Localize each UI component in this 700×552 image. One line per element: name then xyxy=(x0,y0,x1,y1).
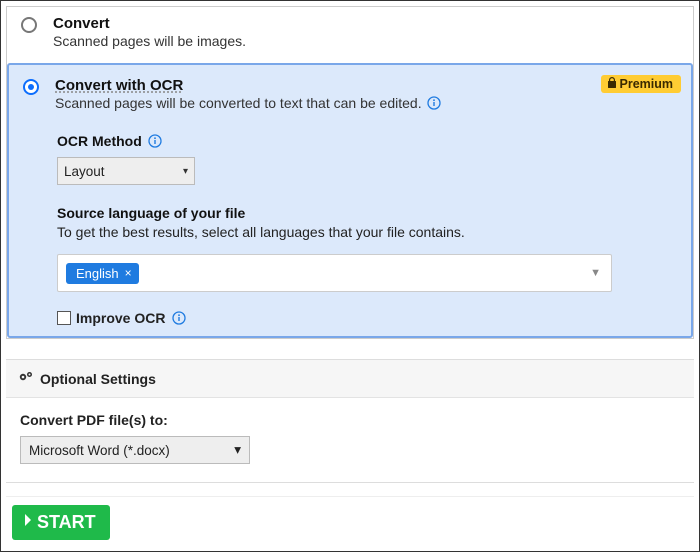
info-icon[interactable] xyxy=(172,311,186,325)
chip-remove-icon[interactable]: × xyxy=(125,266,132,280)
chevron-down-icon[interactable]: ▼ xyxy=(590,267,601,279)
improve-ocr-checkbox[interactable] xyxy=(57,311,71,325)
source-lang-desc: To get the best results, select all lang… xyxy=(57,224,691,240)
premium-badge: Premium xyxy=(601,75,682,93)
source-lang-input[interactable]: English × ▼ xyxy=(57,254,612,292)
info-icon[interactable] xyxy=(148,134,162,148)
radio-convert[interactable] xyxy=(21,17,37,33)
option-convert[interactable]: Convert Scanned pages will be images. xyxy=(7,7,693,63)
chevron-down-icon: ▾ xyxy=(183,166,188,177)
convert-format-select[interactable]: Microsoft Word (*.docx) ▾ xyxy=(20,436,250,464)
option-convert-desc: Scanned pages will be images. xyxy=(53,33,246,49)
improve-ocr-label: Improve OCR xyxy=(76,310,165,326)
ocr-method-select[interactable]: Layout ▾ xyxy=(57,157,195,185)
option-convert-ocr[interactable]: Premium Convert with OCR Scanned pages w… xyxy=(7,63,693,338)
option-ocr-title: Convert with OCR xyxy=(55,77,183,94)
option-ocr-desc: Scanned pages will be converted to text … xyxy=(55,95,441,111)
start-button[interactable]: START xyxy=(12,505,110,540)
chevron-down-icon: ▾ xyxy=(234,442,241,458)
convert-format-label: Convert PDF file(s) to: xyxy=(20,412,680,428)
gears-icon xyxy=(18,370,34,387)
lang-chip-english[interactable]: English × xyxy=(66,263,139,284)
option-convert-title: Convert xyxy=(53,15,246,32)
optional-settings-header[interactable]: Optional Settings xyxy=(6,360,694,398)
lock-icon xyxy=(607,77,617,91)
chevron-right-icon xyxy=(22,512,34,533)
source-lang-heading: Source language of your file xyxy=(57,205,691,221)
radio-convert-ocr[interactable] xyxy=(23,79,39,95)
info-icon[interactable] xyxy=(427,96,441,110)
ocr-method-heading: OCR Method xyxy=(57,133,142,149)
